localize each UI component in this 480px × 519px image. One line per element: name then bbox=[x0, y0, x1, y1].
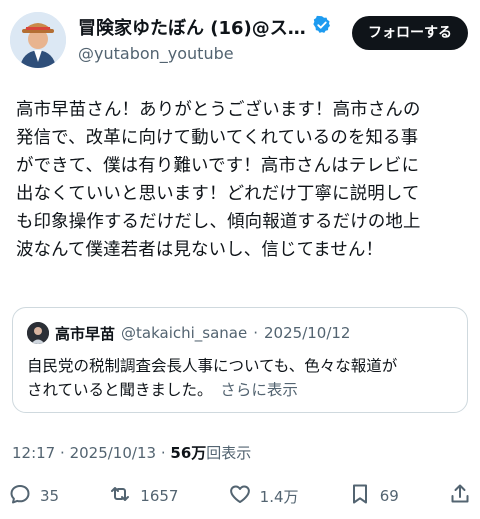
reply-button[interactable]: 35 bbox=[8, 482, 59, 510]
follow-button[interactable]: フォローする bbox=[352, 16, 468, 50]
quoted-separator: · bbox=[253, 324, 259, 342]
show-more-link[interactable]: さらに表示 bbox=[220, 381, 298, 399]
share-icon bbox=[448, 482, 472, 510]
views-separator: · bbox=[160, 444, 166, 462]
author-avatar[interactable] bbox=[10, 12, 66, 68]
quoted-author-name: 高市早苗 bbox=[55, 324, 116, 343]
tweet-time[interactable]: 12:17 bbox=[12, 444, 55, 462]
quoted-author-avatar bbox=[27, 322, 49, 344]
tweet-text: 高市早苗さん！ありがとうございます！高市さんの 発信で、改革に向けて動いてくれて… bbox=[16, 100, 421, 260]
like-button[interactable]: 1.4万 bbox=[228, 482, 299, 510]
bookmark-icon bbox=[348, 482, 372, 510]
timestamp-separator: · bbox=[60, 444, 65, 462]
verified-badge-icon bbox=[312, 15, 332, 40]
author-handle[interactable]: @yutabon_youtube bbox=[78, 44, 332, 63]
author-display-name[interactable]: 冒険家ゆたぼん (16)@スタ... bbox=[78, 14, 332, 40]
tweet-header: 冒険家ゆたぼん (16)@スタ... @yutabon_youtube フォロー… bbox=[8, 8, 472, 72]
like-count: 1.4万 bbox=[259, 487, 299, 506]
author-names: 冒険家ゆたぼん (16)@スタ... @yutabon_youtube bbox=[78, 14, 332, 63]
view-count: 56万 bbox=[170, 444, 207, 462]
quoted-text-body: 自民党の税制調査会長人事についても、色々な報道が されていると聞きました。 bbox=[27, 357, 398, 399]
quoted-date: 2025/10/12 bbox=[264, 324, 351, 342]
quoted-author-handle: @takaichi_sanae bbox=[121, 324, 248, 342]
quoted-tweet-text: 自民党の税制調査会長人事についても、色々な報道が されていると聞きました。 さら… bbox=[27, 354, 447, 402]
retweet-button[interactable]: 1657 bbox=[108, 482, 178, 510]
tweet-actions: 35 1657 1.4万 69 bbox=[8, 482, 472, 510]
share-button[interactable] bbox=[448, 482, 472, 510]
quoted-tweet-header: 高市早苗 @takaichi_sanae · 2025/10/12 bbox=[27, 322, 350, 344]
reply-count: 35 bbox=[40, 487, 60, 505]
tweet-date[interactable]: 2025/10/13 bbox=[70, 444, 156, 462]
view-count-label: 回表示 bbox=[206, 444, 252, 462]
tweet-timestamp: 12:17 · 2025/10/13 · 56万回表示 bbox=[12, 442, 251, 463]
reply-icon bbox=[8, 482, 32, 510]
bookmark-count: 69 bbox=[379, 487, 399, 505]
retweet-icon bbox=[108, 482, 132, 510]
heart-icon bbox=[228, 482, 252, 510]
quoted-tweet[interactable]: 高市早苗 @takaichi_sanae · 2025/10/12 自民党の税制… bbox=[12, 307, 468, 413]
retweet-count: 1657 bbox=[140, 487, 179, 505]
bookmark-button[interactable]: 69 bbox=[348, 482, 399, 510]
